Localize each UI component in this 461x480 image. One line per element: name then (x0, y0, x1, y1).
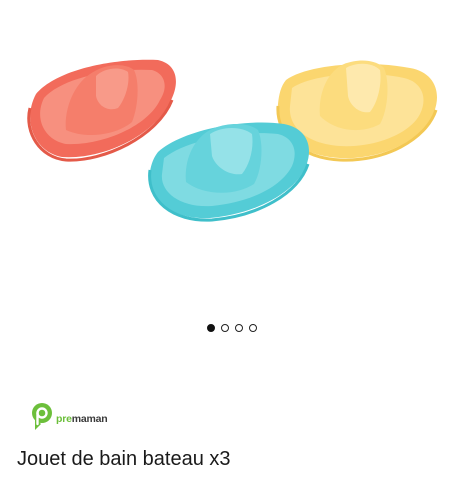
product-image-gallery[interactable] (0, 0, 461, 305)
brand-logo-link[interactable]: premaman (31, 402, 108, 437)
brand-name: premaman (56, 413, 108, 425)
carousel-dot-4[interactable] (248, 324, 257, 332)
brand-name-prefix: pre (56, 413, 72, 425)
product-page: premaman Jouet de bain bateau x3 (0, 0, 461, 480)
carousel-dot-1[interactable] (206, 324, 215, 332)
product-title: Jouet de bain bateau x3 (17, 448, 231, 470)
carousel-dot-2[interactable] (220, 324, 229, 332)
carousel-dot-3[interactable] (234, 324, 243, 332)
premaman-logo-icon (31, 402, 53, 437)
product-image (27, 59, 438, 222)
brand-name-suffix: maman (71, 413, 108, 425)
carousel-pagination (1, 322, 461, 336)
turquoise-boat (148, 122, 310, 222)
coral-boat (27, 59, 176, 162)
